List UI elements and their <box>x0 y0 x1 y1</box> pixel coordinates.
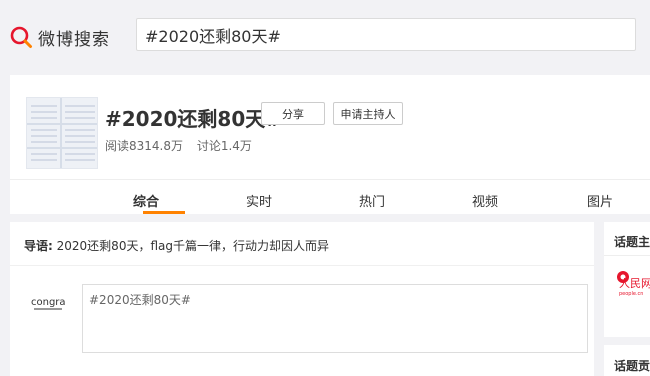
search-logo-icon <box>9 25 33 49</box>
active-tab-indicator <box>143 211 185 214</box>
topic-title: #2020还剩80天# <box>105 107 283 131</box>
lead-card: 导语: 2020还剩80天，flag千篇一律，行动力却因人而异 congra #… <box>10 222 594 376</box>
tab-video[interactable]: 视频 <box>472 191 498 210</box>
side-panel-host: 话题主持 人民网 people.cn <box>604 222 650 337</box>
lead-line: 导语: 2020还剩80天，flag千篇一律，行动力却因人而异 <box>24 237 329 254</box>
side-panel-title: 话题贡献 <box>614 359 650 373</box>
divider <box>604 255 650 256</box>
topic-stats: 阅读8314.8万 讨论1.4万 <box>105 137 262 154</box>
compose-box[interactable]: #2020还剩80天# <box>82 284 588 353</box>
topic-thumbnail[interactable] <box>26 97 98 169</box>
apply-host-button[interactable]: 申请主持人 <box>333 102 403 125</box>
read-count: 阅读8314.8万 <box>105 139 183 153</box>
share-button[interactable]: 分享 <box>261 102 325 125</box>
tab-hot[interactable]: 热门 <box>359 191 385 210</box>
top-bar: 微博搜索 <box>0 0 650 72</box>
side-panel-title: 话题主持 <box>614 235 650 249</box>
compose-input[interactable]: #2020还剩80天# <box>89 291 191 308</box>
tab-general[interactable]: 综合 <box>133 191 159 210</box>
people-daily-logo[interactable]: 人民网 people.cn <box>617 263 650 305</box>
tab-bar: 综合 实时 热门 视频 图片 <box>10 179 650 214</box>
search-box[interactable] <box>136 18 636 51</box>
weibo-search-logo[interactable]: 微博搜索 <box>9 25 110 50</box>
lead-label: 导语: <box>24 239 53 253</box>
user-avatar[interactable]: congra <box>30 293 68 315</box>
paper-domain-text: people.cn <box>619 291 643 297</box>
search-input[interactable] <box>137 19 635 50</box>
logo-text: 微博搜索 <box>38 29 110 50</box>
discussion-count: 讨论1.4万 <box>196 139 252 153</box>
lead-text: 2020还剩80天，flag千篇一律，行动力却因人而异 <box>56 239 329 253</box>
paper-logo-text: 人民网 <box>619 277 650 290</box>
topic-card: #2020还剩80天# 分享 申请主持人 阅读8314.8万 讨论1.4万 综合… <box>10 75 650 214</box>
divider <box>10 265 594 266</box>
brand-logo-text: congra <box>31 297 66 308</box>
tab-realtime[interactable]: 实时 <box>246 191 272 210</box>
side-panel-contributors: 话题贡献 <box>604 345 650 376</box>
tab-images[interactable]: 图片 <box>587 191 613 210</box>
